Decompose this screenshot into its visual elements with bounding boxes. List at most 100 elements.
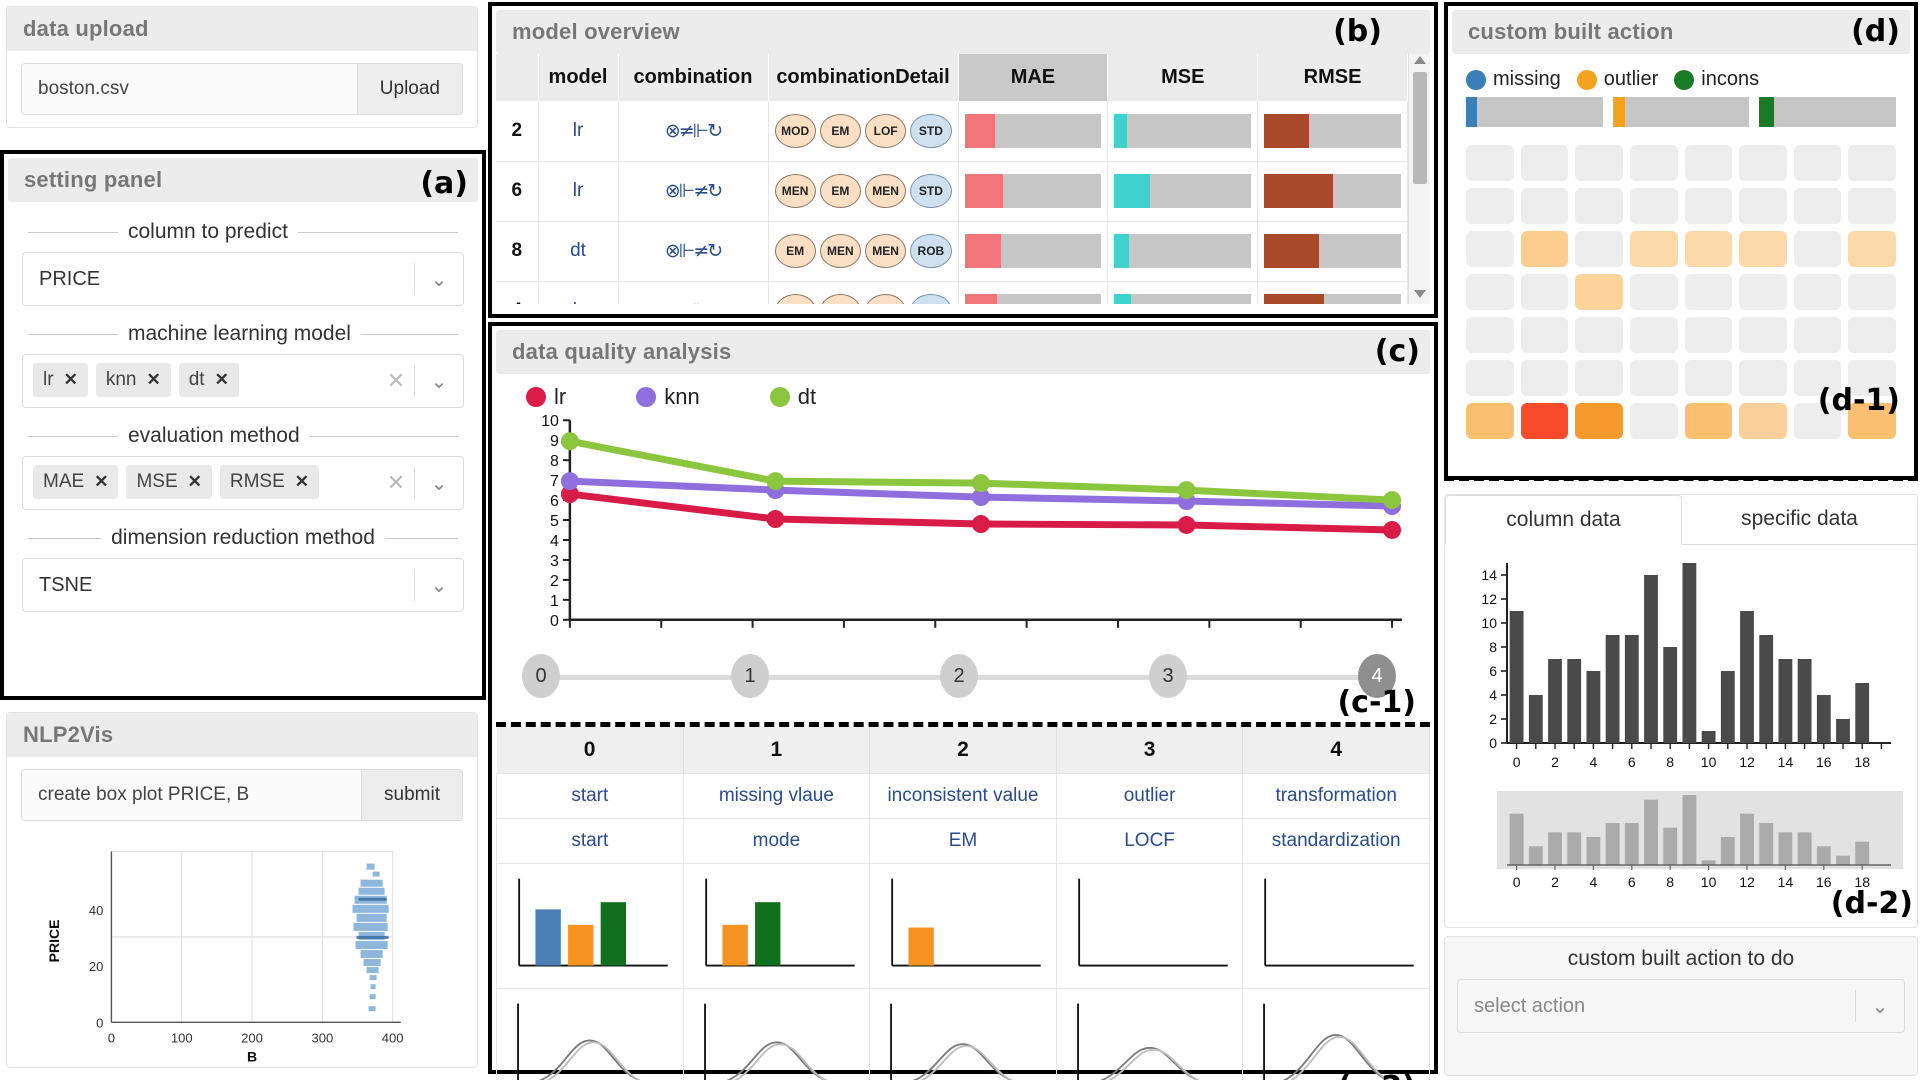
cba-bar-missing[interactable] <box>1466 97 1603 127</box>
chevron-down-icon[interactable]: ⌄ <box>1856 980 1904 1032</box>
grid-cell[interactable] <box>1520 317 1569 353</box>
slider-step-1[interactable]: 1 <box>731 654 769 698</box>
grid-cell[interactable] <box>1629 403 1678 439</box>
grid-cell[interactable] <box>1520 360 1569 396</box>
legend-item-dt[interactable]: dt <box>769 384 816 410</box>
slider-step-2[interactable]: 2 <box>940 654 978 698</box>
select-action-dropdown[interactable]: select action ⌄ <box>1457 979 1905 1033</box>
chevron-down-icon[interactable]: ⌄ <box>415 355 463 407</box>
table-row[interactable]: 4lr⊗≠⊩↻ MODEM MENSTD <box>496 281 1408 304</box>
nlp-query-input[interactable]: create box plot PRICE, B <box>22 770 362 820</box>
slider-step-3[interactable]: 3 <box>1149 654 1187 698</box>
table-scrollbar[interactable] <box>1408 54 1430 304</box>
chip-remove-icon[interactable]: ✕ <box>215 370 229 390</box>
grid-cell[interactable] <box>1575 188 1623 224</box>
grid-cell[interactable] <box>1793 145 1842 181</box>
grid-cell[interactable] <box>1466 231 1514 267</box>
grid-cell[interactable] <box>1684 145 1733 181</box>
step-slider[interactable]: 01234 <box>522 654 1396 700</box>
dimension-reduction-select[interactable]: TSNE ⌄ <box>22 558 464 612</box>
grid-cell[interactable] <box>1739 231 1787 267</box>
col-model[interactable]: model <box>538 54 619 101</box>
step-col-4[interactable]: 4 <box>1242 727 1430 774</box>
grid-cell[interactable] <box>1793 274 1842 310</box>
legend-item-lr[interactable]: lr <box>526 384 566 410</box>
grid-cell[interactable] <box>1520 403 1569 439</box>
col-combination[interactable]: combination <box>618 54 769 101</box>
grid-cell[interactable] <box>1629 360 1678 396</box>
grid-cell[interactable] <box>1520 274 1569 310</box>
col-index[interactable] <box>496 54 539 101</box>
grid-cell[interactable] <box>1848 188 1896 224</box>
grid-cell[interactable] <box>1739 188 1787 224</box>
grid-cell[interactable] <box>1629 231 1678 267</box>
tab-column-data[interactable]: column data <box>1445 495 1682 545</box>
chip-remove-icon[interactable]: ✕ <box>295 472 309 492</box>
grid-cell[interactable] <box>1684 317 1733 353</box>
grid-cell[interactable] <box>1520 145 1569 181</box>
grid-cell[interactable] <box>1684 231 1733 267</box>
column-to-predict-select[interactable]: PRICE ⌄ <box>22 252 464 306</box>
grid-cell[interactable] <box>1575 403 1623 439</box>
legend-item-missing[interactable]: missing <box>1466 68 1561 91</box>
grid-cell[interactable] <box>1793 317 1842 353</box>
cba-bar-incons[interactable] <box>1759 97 1897 127</box>
grid-cell[interactable] <box>1629 145 1678 181</box>
grid-cell[interactable] <box>1466 274 1514 310</box>
grid-cell[interactable] <box>1466 188 1514 224</box>
legend-item-knn[interactable]: knn <box>636 384 700 410</box>
ml-model-multiselect[interactable]: lr ✕ knn ✕ dt ✕ ✕ ⌄ <box>22 354 464 408</box>
evaluation-method-multiselect[interactable]: MAE ✕ MSE ✕ RMSE ✕ ✕ ⌄ <box>22 456 464 510</box>
grid-cell[interactable] <box>1575 274 1623 310</box>
grid-cell[interactable] <box>1466 403 1514 439</box>
chip-remove-icon[interactable]: ✕ <box>188 472 202 492</box>
grid-cell[interactable] <box>1629 188 1678 224</box>
chevron-down-icon[interactable]: ⌄ <box>415 253 463 305</box>
scroll-up-arrow-icon[interactable] <box>1414 56 1426 64</box>
col-mse[interactable]: MSE <box>1107 54 1259 101</box>
col-combination-detail[interactable]: combinationDetail <box>768 54 959 101</box>
grid-cell[interactable] <box>1466 360 1514 396</box>
step-col-1[interactable]: 1 <box>683 727 871 774</box>
grid-cell[interactable] <box>1684 274 1733 310</box>
table-row[interactable]: 8 dt ⊗⊩≠↻ EM MEN MEN ROB <box>496 221 1408 282</box>
tab-specific-data[interactable]: specific data <box>1682 495 1917 545</box>
grid-cell[interactable] <box>1684 360 1733 396</box>
grid-cell[interactable] <box>1739 274 1787 310</box>
grid-cell[interactable] <box>1466 145 1514 181</box>
grid-cell[interactable] <box>1793 231 1842 267</box>
grid-cell[interactable] <box>1629 317 1678 353</box>
grid-cell[interactable] <box>1848 274 1896 310</box>
chip[interactable]: lr ✕ <box>33 363 88 397</box>
grid-cell[interactable] <box>1684 403 1733 439</box>
grid-cell[interactable] <box>1793 188 1842 224</box>
chip[interactable]: knn ✕ <box>95 363 171 397</box>
grid-cell[interactable] <box>1575 317 1623 353</box>
grid-cell[interactable] <box>1739 145 1787 181</box>
grid-cell[interactable] <box>1848 317 1896 353</box>
grid-cell[interactable] <box>1848 145 1896 181</box>
table-row[interactable]: 6 lr ⊗⊩≠↻ MEN EM MEN STD <box>496 161 1408 222</box>
clear-all-icon[interactable]: ✕ <box>378 457 414 509</box>
chip[interactable]: dt ✕ <box>178 363 239 397</box>
chevron-down-icon[interactable]: ⌄ <box>415 559 463 611</box>
grid-cell[interactable] <box>1684 188 1733 224</box>
grid-cell[interactable] <box>1520 231 1569 267</box>
grid-cell[interactable] <box>1848 231 1896 267</box>
slider-step-0[interactable]: 0 <box>522 654 560 698</box>
legend-item-outlier[interactable]: outlier <box>1576 68 1658 91</box>
chip-remove-icon[interactable]: ✕ <box>64 370 78 390</box>
table-row[interactable]: 2 lr ⊗≠⊩↻ MOD EM LOF STD <box>496 101 1408 162</box>
step-col-2[interactable]: 2 <box>869 727 1057 774</box>
grid-cell[interactable] <box>1739 360 1787 396</box>
grid-cell[interactable] <box>1575 231 1623 267</box>
grid-cell[interactable] <box>1575 145 1623 181</box>
chip-remove-icon[interactable]: ✕ <box>146 370 160 390</box>
submit-button[interactable]: submit <box>361 770 462 820</box>
grid-cell[interactable] <box>1739 403 1787 439</box>
clear-all-icon[interactable]: ✕ <box>378 355 414 407</box>
grid-cell[interactable] <box>1629 274 1678 310</box>
grid-cell[interactable] <box>1520 188 1569 224</box>
scrollbar-thumb[interactable] <box>1413 72 1427 184</box>
grid-cell[interactable] <box>1575 360 1623 396</box>
